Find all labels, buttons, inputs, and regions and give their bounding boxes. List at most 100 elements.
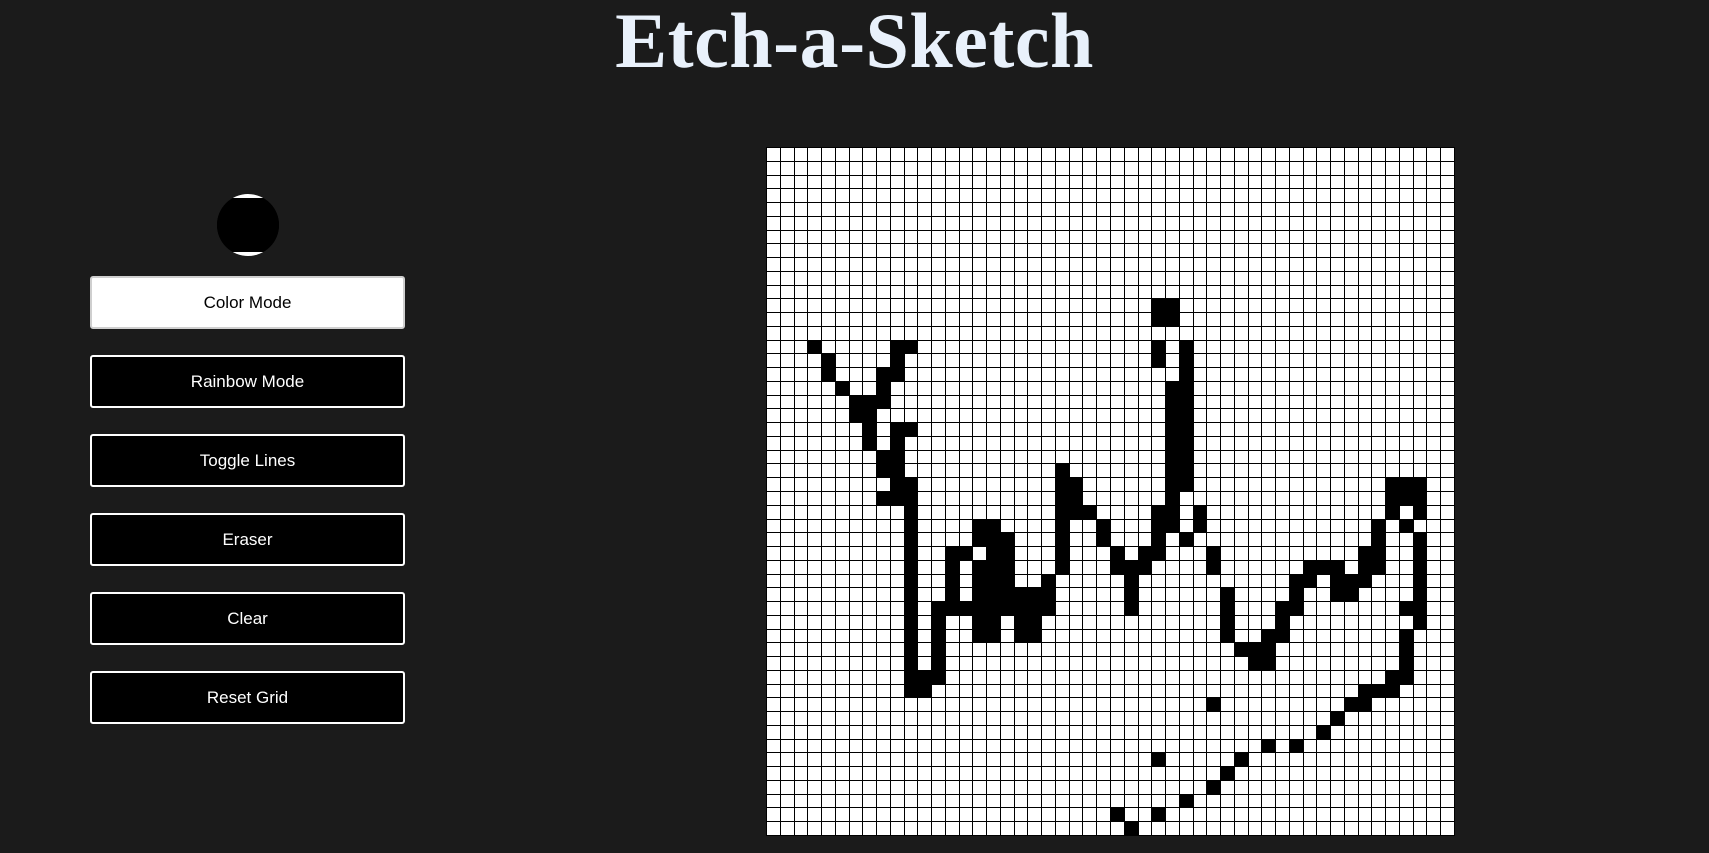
grid-cell[interactable] [1138,216,1152,230]
grid-cell[interactable] [1221,409,1234,423]
grid-cell[interactable] [987,657,1000,670]
grid-cell[interactable] [1399,794,1413,808]
grid-cell[interactable] [1276,519,1289,533]
grid-cell[interactable] [1124,271,1138,285]
grid-cell[interactable] [959,216,973,230]
grid-cell[interactable] [918,161,932,175]
grid-cell[interactable] [1344,560,1358,574]
grid-cell[interactable] [1055,216,1069,230]
grid-cell[interactable] [1427,326,1441,340]
grid-cell[interactable] [1055,423,1069,436]
grid-cell[interactable] [1124,354,1138,368]
grid-cell[interactable] [1358,175,1372,189]
grid-cell[interactable] [808,588,822,602]
grid-cell[interactable] [1331,684,1344,698]
grid-cell[interactable] [1097,354,1110,368]
grid-cell[interactable] [849,767,863,780]
grid-cell[interactable] [1000,712,1014,725]
grid-cell[interactable] [1221,698,1234,712]
grid-cell[interactable] [1372,547,1386,560]
grid-cell[interactable] [1069,657,1083,670]
grid-cell[interactable] [1083,450,1097,464]
grid-cell[interactable] [877,203,890,216]
grid-cell[interactable] [1317,148,1331,161]
grid-cell[interactable] [932,533,945,547]
grid-cell[interactable] [973,739,987,753]
grid-cell[interactable] [1413,808,1427,822]
grid-cell[interactable] [1193,780,1207,794]
grid-cell[interactable] [1427,148,1441,161]
grid-cell[interactable] [1372,395,1386,409]
grid-cell[interactable] [1028,670,1042,684]
grid-cell[interactable] [1344,492,1358,505]
grid-cell[interactable] [1276,725,1289,739]
grid-cell[interactable] [904,230,918,244]
grid-cell[interactable] [959,670,973,684]
grid-cell[interactable] [973,560,987,574]
grid-cell[interactable] [918,712,932,725]
grid-cell[interactable] [767,602,780,615]
grid-cell[interactable] [1358,464,1372,478]
grid-cell[interactable] [1234,148,1248,161]
grid-cell[interactable] [959,368,973,381]
grid-cell[interactable] [1234,161,1248,175]
grid-cell[interactable] [1069,629,1083,643]
grid-cell[interactable] [822,533,835,547]
grid-cell[interactable] [1028,368,1042,381]
grid-cell[interactable] [1166,643,1179,657]
grid-cell[interactable] [987,381,1000,395]
grid-cell[interactable] [973,492,987,505]
grid-cell[interactable] [1262,505,1276,519]
grid-cell[interactable] [932,684,945,698]
grid-cell[interactable] [863,602,877,615]
grid-cell[interactable] [932,313,945,326]
grid-cell[interactable] [1234,492,1248,505]
grid-cell[interactable] [822,684,835,698]
grid-cell[interactable] [1372,326,1386,340]
grid-cell[interactable] [1000,739,1014,753]
grid-cell[interactable] [822,794,835,808]
grid-cell[interactable] [1179,395,1193,409]
grid-cell[interactable] [1441,230,1454,244]
grid-cell[interactable] [794,629,808,643]
grid-cell[interactable] [1124,602,1138,615]
grid-cell[interactable] [863,464,877,478]
grid-cell[interactable] [849,725,863,739]
grid-cell[interactable] [918,684,932,698]
grid-cell[interactable] [945,450,959,464]
grid-cell[interactable] [1042,574,1055,588]
grid-cell[interactable] [1221,767,1234,780]
grid-cell[interactable] [1014,381,1028,395]
grid-cell[interactable] [1152,822,1166,835]
grid-cell[interactable] [1399,313,1413,326]
grid-cell[interactable] [1111,670,1124,684]
grid-cell[interactable] [1055,326,1069,340]
grid-cell[interactable] [1166,767,1179,780]
grid-cell[interactable] [1331,395,1344,409]
grid-cell[interactable] [1289,436,1303,450]
grid-cell[interactable] [1386,409,1399,423]
grid-cell[interactable] [1042,822,1055,835]
grid-cell[interactable] [1248,698,1262,712]
grid-cell[interactable] [1014,808,1028,822]
grid-cell[interactable] [1042,423,1055,436]
grid-cell[interactable] [1248,725,1262,739]
grid-cell[interactable] [1317,492,1331,505]
grid-cell[interactable] [945,313,959,326]
grid-cell[interactable] [1358,354,1372,368]
grid-cell[interactable] [987,684,1000,698]
grid-cell[interactable] [1358,326,1372,340]
grid-cell[interactable] [1124,230,1138,244]
grid-cell[interactable] [1303,464,1317,478]
grid-cell[interactable] [904,822,918,835]
grid-cell[interactable] [918,533,932,547]
grid-cell[interactable] [1276,739,1289,753]
grid-cell[interactable] [1344,712,1358,725]
grid-cell[interactable] [987,698,1000,712]
grid-cell[interactable] [1317,299,1331,313]
grid-cell[interactable] [1097,643,1110,657]
grid-cell[interactable] [973,464,987,478]
grid-cell[interactable] [794,203,808,216]
grid-cell[interactable] [1055,615,1069,629]
grid-cell[interactable] [1317,684,1331,698]
